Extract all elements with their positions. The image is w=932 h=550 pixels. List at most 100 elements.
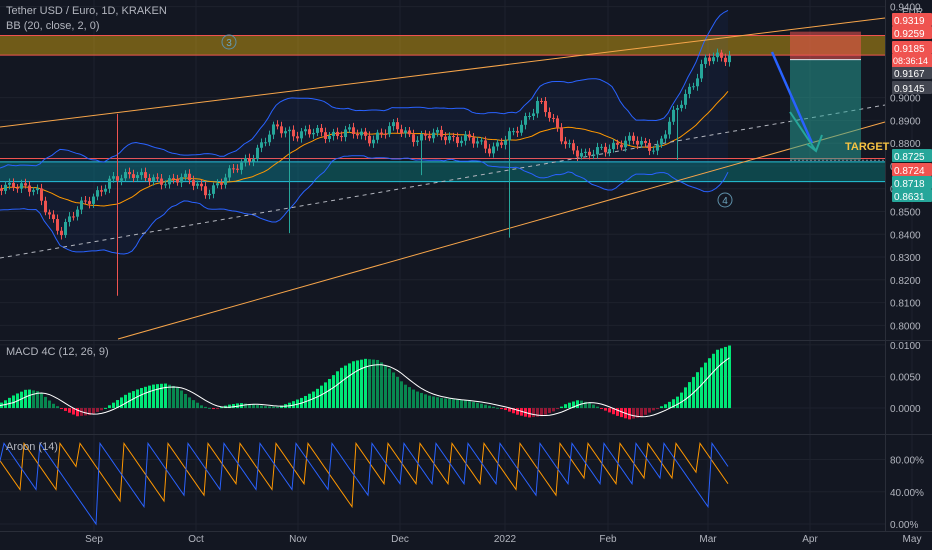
candle-body: [68, 216, 71, 222]
candle-body: [716, 52, 719, 58]
macd-bar: [720, 348, 723, 409]
macd-bar: [108, 405, 111, 409]
candle-body: [516, 131, 519, 133]
candle-body: [668, 121, 671, 135]
macd-bar: [664, 404, 667, 409]
macd-tick-label: 0.0050: [890, 372, 921, 383]
macd-bar: [640, 408, 643, 417]
macd-bar: [604, 408, 607, 411]
candle-body: [28, 185, 31, 192]
candle-body: [296, 136, 299, 139]
macd-bar: [576, 400, 579, 409]
candle-body: [636, 140, 639, 145]
wave-label-wave4: 4: [722, 196, 728, 207]
macd-bar: [632, 408, 635, 419]
symbol-title[interactable]: Tether USD / Euro, 1D, KRAKEN: [6, 5, 167, 17]
target-label: TARGET: [845, 141, 890, 153]
candle-body: [356, 134, 359, 136]
macd-bar: [592, 404, 595, 409]
macd-bar: [52, 403, 55, 409]
macd-bar: [204, 406, 207, 409]
candle-body: [472, 137, 475, 144]
macd-bar: [188, 397, 191, 409]
candle-body: [144, 172, 147, 178]
macd-bar: [180, 390, 183, 409]
candle-body: [112, 176, 115, 179]
macd-bar: [496, 407, 499, 409]
macd-bar: [340, 367, 343, 409]
macd-bar: [144, 386, 147, 409]
macd-tick-label: 0.0000: [890, 404, 921, 415]
macd-bar: [392, 372, 395, 409]
candle-body: [728, 55, 731, 63]
macd-bar: [208, 407, 211, 409]
price-tick-label: 0.8400: [890, 230, 921, 241]
macd-bar: [412, 389, 415, 409]
candle-body: [20, 183, 23, 189]
macd-bar: [556, 408, 559, 410]
candle-body: [252, 159, 255, 162]
indicator-legend-aroon[interactable]: Aroon (14): [6, 441, 58, 453]
macd-bar: [324, 382, 327, 409]
macd-bar: [268, 406, 271, 409]
candle-body: [212, 185, 215, 194]
macd-bar: [380, 362, 383, 409]
candle-body: [240, 162, 243, 170]
candle-body: [248, 158, 251, 162]
macd-bar: [200, 405, 203, 409]
candle-body: [444, 136, 447, 141]
price-label: 0.8718: [894, 179, 925, 190]
price-label: 0.9185: [894, 44, 925, 55]
candle-body: [108, 178, 111, 189]
candle-body: [676, 108, 679, 110]
candle-body: [44, 200, 47, 213]
candle-body: [76, 209, 79, 217]
macd-bar: [472, 401, 475, 409]
candle-body: [264, 142, 267, 144]
macd-bar: [316, 388, 319, 409]
macd-bar: [484, 404, 487, 409]
macd-bar: [644, 408, 647, 415]
countdown-label: 08:36:14: [893, 56, 928, 66]
macd-bar: [96, 408, 99, 412]
time-tick-label: 2022: [494, 534, 517, 545]
candle-body: [696, 78, 699, 87]
macd-bar: [400, 381, 403, 409]
indicator-legend-macd[interactable]: MACD 4C (12, 26, 9): [6, 346, 109, 358]
candle-body: [64, 221, 67, 236]
chart-canvas[interactable]: TARGET340.80000.81000.82000.83000.84000.…: [0, 0, 932, 550]
candle-body: [652, 150, 655, 152]
candle-body: [344, 129, 347, 138]
candle-body: [624, 140, 627, 148]
candle-body: [312, 132, 315, 135]
candle-body: [712, 57, 715, 62]
candle-body: [500, 142, 503, 145]
indicator-legend-bb[interactable]: BB (20, close, 2, 0): [6, 20, 100, 32]
candle-body: [508, 131, 511, 141]
macd-bar: [408, 387, 411, 409]
candle-body: [532, 113, 535, 116]
macd-bar: [48, 400, 51, 409]
candle-body: [8, 182, 11, 185]
macd-bar: [192, 400, 195, 409]
candle-body: [228, 168, 231, 178]
candle-body: [672, 109, 675, 122]
candle-body: [572, 143, 575, 151]
candle-body: [52, 214, 55, 220]
macd-bar: [60, 408, 63, 410]
candle-body: [116, 176, 119, 181]
candle-body: [452, 136, 455, 138]
candle-body: [88, 201, 91, 204]
macd-bar: [648, 408, 651, 413]
candle-body: [340, 135, 343, 138]
candle-body: [416, 140, 419, 143]
candle-body: [24, 183, 27, 186]
macd-bar: [516, 408, 519, 415]
candle-body: [628, 135, 631, 141]
candle-body: [428, 135, 431, 139]
macd-bar: [56, 406, 59, 409]
candle-body: [288, 129, 291, 132]
macd-bar: [652, 408, 655, 411]
macd-bar: [436, 397, 439, 409]
price-label: 0.9167: [894, 69, 925, 80]
